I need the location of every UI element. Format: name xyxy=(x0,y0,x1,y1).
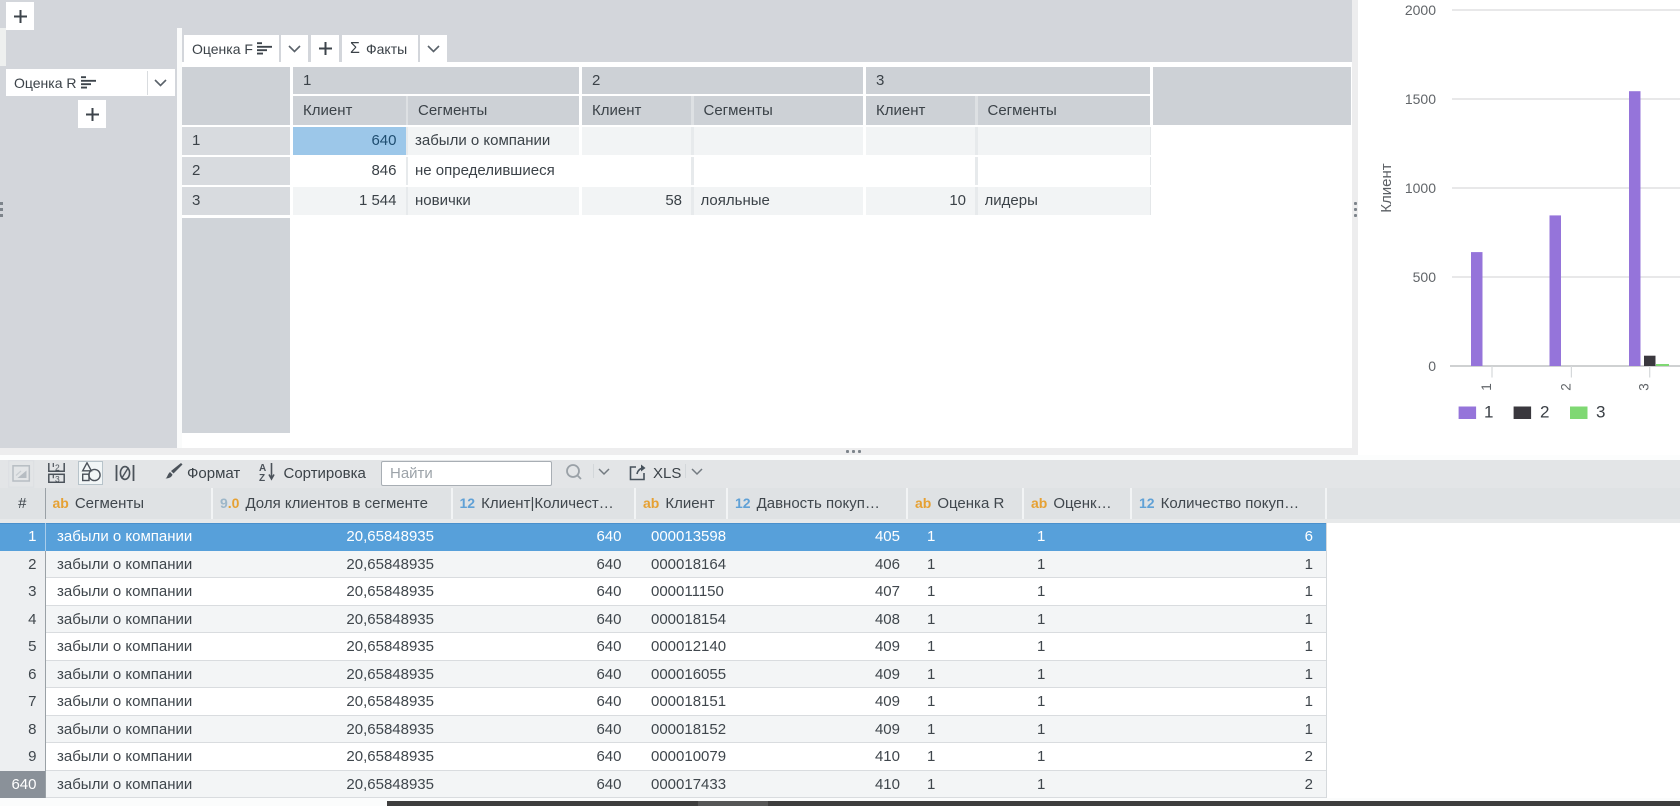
svg-text:3: 3 xyxy=(1596,403,1605,422)
svg-text:500: 500 xyxy=(1413,269,1437,285)
svg-text:Клиент: Клиент xyxy=(1378,163,1395,212)
svg-text:2: 2 xyxy=(1558,383,1573,391)
svg-text:0: 0 xyxy=(1428,358,1436,374)
svg-text:1: 1 xyxy=(1479,383,1494,391)
svg-text:2000: 2000 xyxy=(1405,2,1436,18)
svg-text:1500: 1500 xyxy=(1405,91,1436,107)
svg-text:2: 2 xyxy=(55,463,60,473)
svg-text:3: 3 xyxy=(1637,383,1652,391)
svg-text:3: 3 xyxy=(55,474,60,483)
svg-text:1: 1 xyxy=(1484,403,1493,422)
svg-text:2: 2 xyxy=(1540,403,1549,422)
svg-text:1000: 1000 xyxy=(1405,180,1436,196)
svg-text:Z: Z xyxy=(259,473,265,482)
